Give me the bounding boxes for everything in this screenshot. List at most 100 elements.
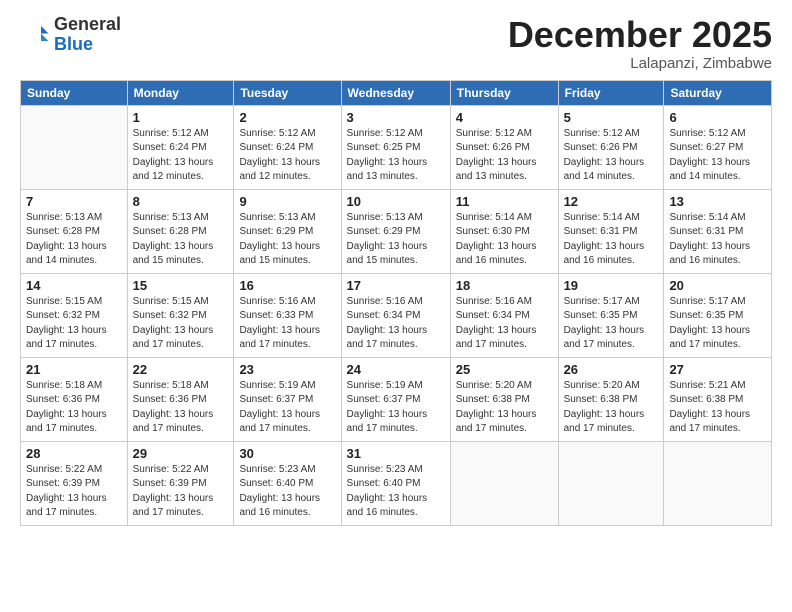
calendar-week-row: 28Sunrise: 5:22 AM Sunset: 6:39 PM Dayli… [21,441,772,525]
day-number: 26 [564,362,659,377]
day-of-week-header: Sunday [21,80,128,105]
logo-blue: Blue [54,35,121,55]
day-info: Sunrise: 5:19 AM Sunset: 6:37 PM Dayligh… [347,379,445,437]
calendar-cell: 16Sunrise: 5:16 AM Sunset: 6:33 PM Dayli… [234,273,341,357]
day-info: Sunrise: 5:14 AM Sunset: 6:31 PM Dayligh… [669,211,766,269]
day-number: 9 [239,194,335,209]
calendar-week-row: 7 Sunrise: 5:13 AM Sunset: 6:28 PM Daylig… [21,189,772,273]
calendar-cell: 18Sunrise: 5:16 AM Sunset: 6:34 PM Dayli… [450,273,558,357]
calendar-cell: 24Sunrise: 5:19 AM Sunset: 6:37 PM Dayli… [341,357,450,441]
calendar-cell: 22Sunrise: 5:18 AM Sunset: 6:36 PM Dayli… [127,357,234,441]
calendar-cell: 15 Sunrise: 5:15 AM Sunset: 6:32 PM Dayli… [127,273,234,357]
calendar-cell [450,441,558,525]
calendar-cell: 12 Sunrise: 5:14 AM Sunset: 6:31 PM Dayli… [558,189,664,273]
header: General Blue December 2025 Lalapanzi, Zi… [20,15,772,72]
day-number: 25 [456,362,553,377]
day-info: Sunrise: 5:14 AM Sunset: 6:31 PM Dayligh… [564,211,659,269]
day-info: Sunrise: 5:12 AM Sunset: 6:25 PM Dayligh… [347,127,445,185]
logo-general: General [54,15,121,35]
day-number: 13 [669,194,766,209]
day-number: 1 [133,110,229,125]
calendar-container: General Blue December 2025 Lalapanzi, Zi… [0,0,792,612]
day-of-week-header: Friday [558,80,664,105]
logo: General Blue [20,15,121,55]
day-info: Sunrise: 5:12 AM Sunset: 6:24 PM Dayligh… [239,127,335,185]
day-number: 10 [347,194,445,209]
day-of-week-header: Saturday [664,80,772,105]
calendar-cell: 21 Sunrise: 5:18 AM Sunset: 6:36 PM Dayli… [21,357,128,441]
day-number: 16 [239,278,335,293]
day-info: Sunrise: 5:17 AM Sunset: 6:35 PM Dayligh… [669,295,766,353]
day-number: 8 [133,194,229,209]
day-info: Sunrise: 5:16 AM Sunset: 6:34 PM Dayligh… [347,295,445,353]
day-info: Sunrise: 5:13 AM Sunset: 6:28 PM Dayligh… [26,211,122,269]
calendar-cell: 10 Sunrise: 5:13 AM Sunset: 6:29 PM Dayli… [341,189,450,273]
day-info: Sunrise: 5:20 AM Sunset: 6:38 PM Dayligh… [564,379,659,437]
calendar-cell: 17 Sunrise: 5:16 AM Sunset: 6:34 PM Dayli… [341,273,450,357]
calendar-cell: 26 Sunrise: 5:20 AM Sunset: 6:38 PM Dayli… [558,357,664,441]
calendar-cell: 5 Sunrise: 5:12 AM Sunset: 6:26 PM Daylig… [558,105,664,189]
day-info: Sunrise: 5:12 AM Sunset: 6:24 PM Dayligh… [133,127,229,185]
calendar-cell: 23Sunrise: 5:19 AM Sunset: 6:37 PM Dayli… [234,357,341,441]
day-number: 21 [26,362,122,377]
day-info: Sunrise: 5:19 AM Sunset: 6:37 PM Dayligh… [239,379,335,437]
day-number: 3 [347,110,445,125]
calendar-cell: 28Sunrise: 5:22 AM Sunset: 6:39 PM Dayli… [21,441,128,525]
day-info: Sunrise: 5:14 AM Sunset: 6:30 PM Dayligh… [456,211,553,269]
calendar-cell: 20 Sunrise: 5:17 AM Sunset: 6:35 PM Dayli… [664,273,772,357]
day-of-week-header: Wednesday [341,80,450,105]
calendar-week-row: 21 Sunrise: 5:18 AM Sunset: 6:36 PM Dayli… [21,357,772,441]
calendar-cell: 27 Sunrise: 5:21 AM Sunset: 6:38 PM Dayli… [664,357,772,441]
day-info: Sunrise: 5:21 AM Sunset: 6:38 PM Dayligh… [669,379,766,437]
day-number: 6 [669,110,766,125]
calendar-cell [21,105,128,189]
day-info: Sunrise: 5:12 AM Sunset: 6:26 PM Dayligh… [564,127,659,185]
day-info: Sunrise: 5:13 AM Sunset: 6:28 PM Dayligh… [133,211,229,269]
calendar-cell: 6 Sunrise: 5:12 AM Sunset: 6:27 PM Daylig… [664,105,772,189]
day-of-week-header: Tuesday [234,80,341,105]
day-number: 7 [26,194,122,209]
day-of-week-header: Monday [127,80,234,105]
day-number: 27 [669,362,766,377]
day-info: Sunrise: 5:15 AM Sunset: 6:32 PM Dayligh… [26,295,122,353]
day-number: 15 [133,278,229,293]
month-title: December 2025 [508,15,772,55]
day-number: 20 [669,278,766,293]
day-info: Sunrise: 5:12 AM Sunset: 6:26 PM Dayligh… [456,127,553,185]
calendar-cell: 29Sunrise: 5:22 AM Sunset: 6:39 PM Dayli… [127,441,234,525]
calendar-cell: 31Sunrise: 5:23 AM Sunset: 6:40 PM Dayli… [341,441,450,525]
day-info: Sunrise: 5:13 AM Sunset: 6:29 PM Dayligh… [347,211,445,269]
calendar-body: 1 Sunrise: 5:12 AM Sunset: 6:24 PM Daylig… [21,105,772,525]
day-info: Sunrise: 5:22 AM Sunset: 6:39 PM Dayligh… [26,463,122,521]
calendar-cell: 1 Sunrise: 5:12 AM Sunset: 6:24 PM Daylig… [127,105,234,189]
day-number: 5 [564,110,659,125]
day-number: 19 [564,278,659,293]
day-number: 12 [564,194,659,209]
day-info: Sunrise: 5:12 AM Sunset: 6:27 PM Dayligh… [669,127,766,185]
day-info: Sunrise: 5:23 AM Sunset: 6:40 PM Dayligh… [347,463,445,521]
day-number: 18 [456,278,553,293]
logo-icon [20,20,50,50]
day-info: Sunrise: 5:18 AM Sunset: 6:36 PM Dayligh… [133,379,229,437]
day-number: 30 [239,446,335,461]
day-number: 14 [26,278,122,293]
calendar-cell: 3 Sunrise: 5:12 AM Sunset: 6:25 PM Daylig… [341,105,450,189]
calendar-header-row: SundayMondayTuesdayWednesdayThursdayFrid… [21,80,772,105]
day-number: 4 [456,110,553,125]
calendar-cell: 8 Sunrise: 5:13 AM Sunset: 6:28 PM Daylig… [127,189,234,273]
calendar-table: SundayMondayTuesdayWednesdayThursdayFrid… [20,80,772,526]
day-number: 2 [239,110,335,125]
calendar-cell: 7 Sunrise: 5:13 AM Sunset: 6:28 PM Daylig… [21,189,128,273]
calendar-week-row: 14 Sunrise: 5:15 AM Sunset: 6:32 PM Dayli… [21,273,772,357]
calendar-cell [664,441,772,525]
calendar-cell: 13 Sunrise: 5:14 AM Sunset: 6:31 PM Dayli… [664,189,772,273]
calendar-cell: 14 Sunrise: 5:15 AM Sunset: 6:32 PM Dayli… [21,273,128,357]
location: Lalapanzi, Zimbabwe [508,55,772,72]
title-block: December 2025 Lalapanzi, Zimbabwe [508,15,772,72]
day-info: Sunrise: 5:15 AM Sunset: 6:32 PM Dayligh… [133,295,229,353]
calendar-cell: 25Sunrise: 5:20 AM Sunset: 6:38 PM Dayli… [450,357,558,441]
calendar-cell [558,441,664,525]
calendar-cell: 2 Sunrise: 5:12 AM Sunset: 6:24 PM Daylig… [234,105,341,189]
day-number: 17 [347,278,445,293]
day-info: Sunrise: 5:18 AM Sunset: 6:36 PM Dayligh… [26,379,122,437]
